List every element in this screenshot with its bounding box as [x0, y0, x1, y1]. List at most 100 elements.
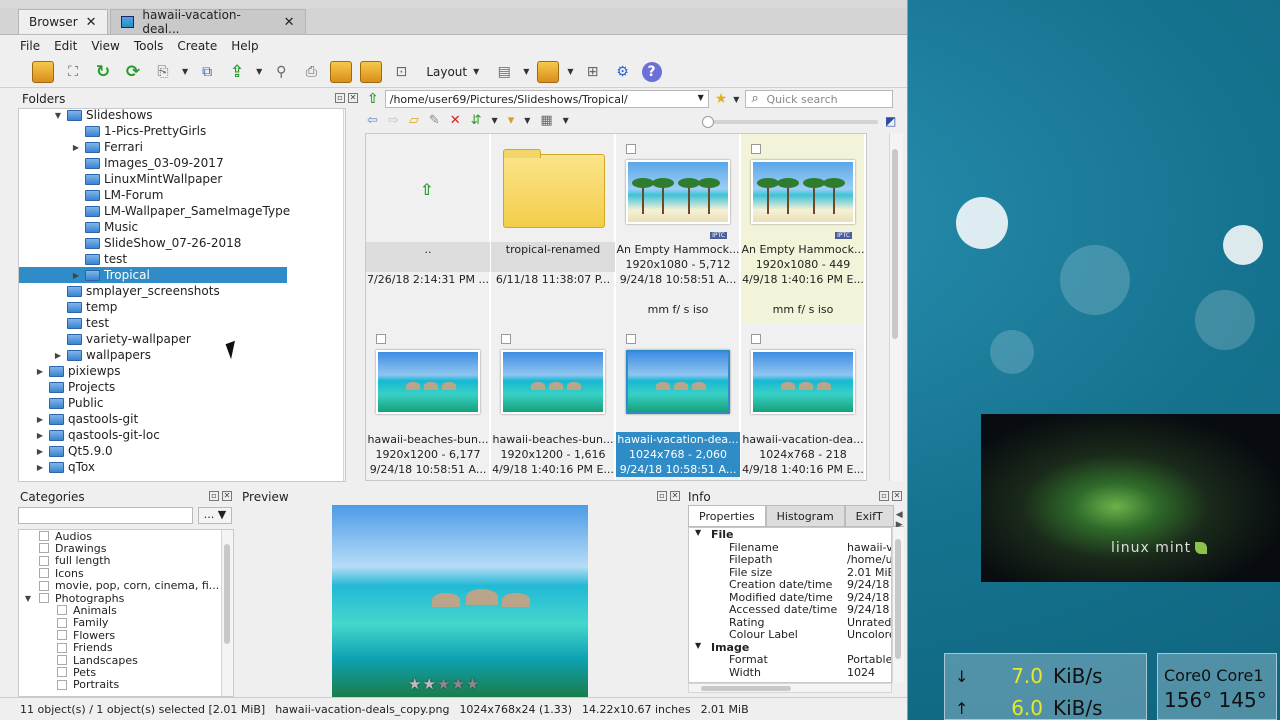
expand-arrow-icon[interactable]: ▼ [695, 528, 701, 537]
star-icon[interactable]: ★ [451, 675, 465, 693]
menu-item-edit[interactable]: Edit [54, 39, 77, 53]
screenshot-icon[interactable]: ⊡ [390, 61, 412, 83]
tab-browser[interactable]: Browser ✕ [18, 9, 108, 34]
select-checkbox[interactable] [501, 334, 511, 344]
folder-item[interactable]: test [53, 315, 109, 331]
star-icon[interactable]: ★ [437, 675, 451, 693]
expand-arrow-icon[interactable]: ▼ [695, 641, 701, 650]
folder-item[interactable]: SlideShow_07-26-2018 [71, 235, 241, 251]
close-icon[interactable]: ✕ [348, 93, 358, 103]
category-menu-button[interactable]: ... ▼ [198, 507, 232, 524]
category-item[interactable]: Landscapes [41, 654, 138, 667]
close-icon[interactable]: ✕ [892, 491, 902, 501]
close-icon[interactable]: ✕ [222, 491, 232, 501]
image-thumbnail[interactable] [376, 350, 480, 414]
chevron-down-icon[interactable]: ▼ [523, 67, 529, 76]
image-thumbnail[interactable] [751, 350, 855, 414]
help-icon[interactable]: ? [641, 61, 662, 82]
path-input[interactable]: /home/user69/Pictures/Slideshows/Tropica… [384, 90, 709, 108]
thumbnail-cell[interactable]: hawaii-beaches-bun... 1920x1200 - 6,177 9/… [366, 324, 490, 480]
layout-menu[interactable]: Layout ▼ [420, 65, 485, 79]
view-grid-icon[interactable]: ▦ [540, 113, 552, 128]
slideshow-icon[interactable] [360, 60, 383, 83]
star-icon[interactable]: ★ [408, 675, 422, 693]
folder-item[interactable]: ▶ wallpapers [53, 347, 151, 363]
category-checkbox[interactable] [57, 617, 67, 628]
expand-arrow-icon[interactable]: ▶ [35, 463, 45, 472]
folder-item[interactable]: LM-Wallpaper_SameImageType [71, 203, 290, 219]
expand-arrow-icon[interactable]: ▶ [35, 431, 45, 440]
scroll-thumb[interactable] [224, 544, 230, 644]
expand-arrow-icon[interactable]: ▼ [53, 111, 63, 120]
close-icon[interactable]: ✕ [86, 15, 97, 30]
back-icon[interactable]: ⇦ [367, 113, 378, 128]
move-icon[interactable]: ⇪ [226, 61, 248, 83]
category-checkbox[interactable] [57, 630, 67, 641]
print-icon[interactable]: ⎙ [300, 61, 322, 83]
expand-arrow-icon[interactable]: ▶ [35, 447, 45, 456]
folder-item[interactable]: temp [53, 299, 117, 315]
expand-arrow-icon[interactable]: ▶ [35, 415, 45, 424]
thumbnail-cell[interactable]: ⇧.. 7/26/18 2:14:31 PM ... [366, 134, 490, 324]
select-checkbox[interactable] [626, 334, 636, 344]
folder-item[interactable]: ▶ qTox [35, 459, 95, 475]
filter-icon[interactable]: ▾ [508, 113, 515, 128]
info-tab-exift[interactable]: ExifT [844, 505, 894, 526]
thumbnail-cell[interactable]: hawaii-vacation-dea... 1024x768 - 2,060 9/… [616, 324, 740, 480]
menu-item-file[interactable]: File [20, 39, 40, 53]
select-checkbox[interactable] [751, 334, 761, 344]
category-checkbox[interactable] [57, 655, 67, 665]
category-item[interactable]: Friends [41, 641, 113, 654]
image-thumbnail[interactable] [751, 160, 855, 224]
rename-icon[interactable]: ✎ [429, 113, 440, 128]
sort-order-icon[interactable]: ⇵ [471, 113, 482, 128]
image-thumbnail[interactable] [501, 350, 605, 414]
category-checkbox[interactable] [57, 642, 67, 653]
image-thumbnail[interactable] [626, 350, 730, 414]
expand-arrow-icon[interactable]: ▶ [71, 143, 81, 152]
rotate-icon[interactable]: ⎘ [152, 61, 174, 83]
image-thumbnail[interactable] [626, 160, 730, 224]
category-checkbox[interactable] [39, 580, 49, 591]
folder-item[interactable]: ▶ Qt5.9.0 [35, 443, 113, 459]
category-item[interactable]: Pets [41, 666, 96, 679]
folder-item[interactable]: test [71, 251, 127, 267]
find-icon[interactable]: ⚲ [270, 61, 292, 83]
close-icon[interactable]: ✕ [284, 15, 295, 30]
close-icon[interactable]: ✕ [670, 491, 680, 501]
folder-item[interactable]: Images_03-09-2017 [71, 155, 224, 171]
category-item[interactable]: full length [23, 554, 111, 567]
category-item[interactable]: Icons [23, 567, 84, 580]
category-checkbox[interactable] [39, 568, 49, 579]
expand-arrow-icon[interactable]: ▼ [23, 594, 33, 603]
info-tab-histogram[interactable]: Histogram [765, 505, 845, 526]
chevron-down-icon[interactable]: ▼ [563, 116, 569, 125]
star-icon[interactable]: ★ [422, 675, 436, 693]
refresh-icon[interactable]: ↻ [92, 61, 114, 83]
select-checkbox[interactable] [751, 144, 761, 154]
star-icon[interactable]: ★ [466, 675, 480, 693]
go-up-icon[interactable]: ⇧ [420, 180, 433, 199]
import-icon[interactable] [32, 60, 54, 83]
category-item[interactable]: Audios [23, 530, 92, 543]
float-icon[interactable]: ▫ [879, 491, 889, 501]
menu-item-tools[interactable]: Tools [134, 39, 164, 53]
chevron-down-icon[interactable]: ▼ [492, 116, 498, 125]
category-item[interactable]: Portraits [41, 678, 119, 691]
category-checkbox[interactable] [57, 667, 67, 678]
thumbnail-cell[interactable]: tropical-renamed 6/11/18 11:38:07 P... [491, 134, 615, 324]
view-mode-icon[interactable]: ▤ [493, 61, 515, 83]
tab-scroll-icon[interactable]: ◀ ▶ [894, 505, 905, 530]
chevron-down-icon[interactable]: ▼ [733, 95, 739, 104]
thumb-size-icon[interactable]: ◩ [885, 114, 896, 128]
category-item[interactable]: ▼ Photographs [23, 592, 124, 605]
float-icon[interactable]: ▫ [335, 93, 345, 103]
forward-icon[interactable]: ⇨ [388, 113, 399, 128]
category-checkbox[interactable] [57, 605, 67, 616]
info-tab-properties[interactable]: Properties [688, 505, 766, 526]
chevron-down-icon[interactable]: ▼ [524, 116, 530, 125]
folder-item[interactable]: ▶ qastools-git-loc [35, 427, 160, 443]
select-checkbox[interactable] [626, 144, 636, 154]
export-icon[interactable] [330, 60, 353, 83]
category-item[interactable]: Flowers [41, 629, 115, 642]
